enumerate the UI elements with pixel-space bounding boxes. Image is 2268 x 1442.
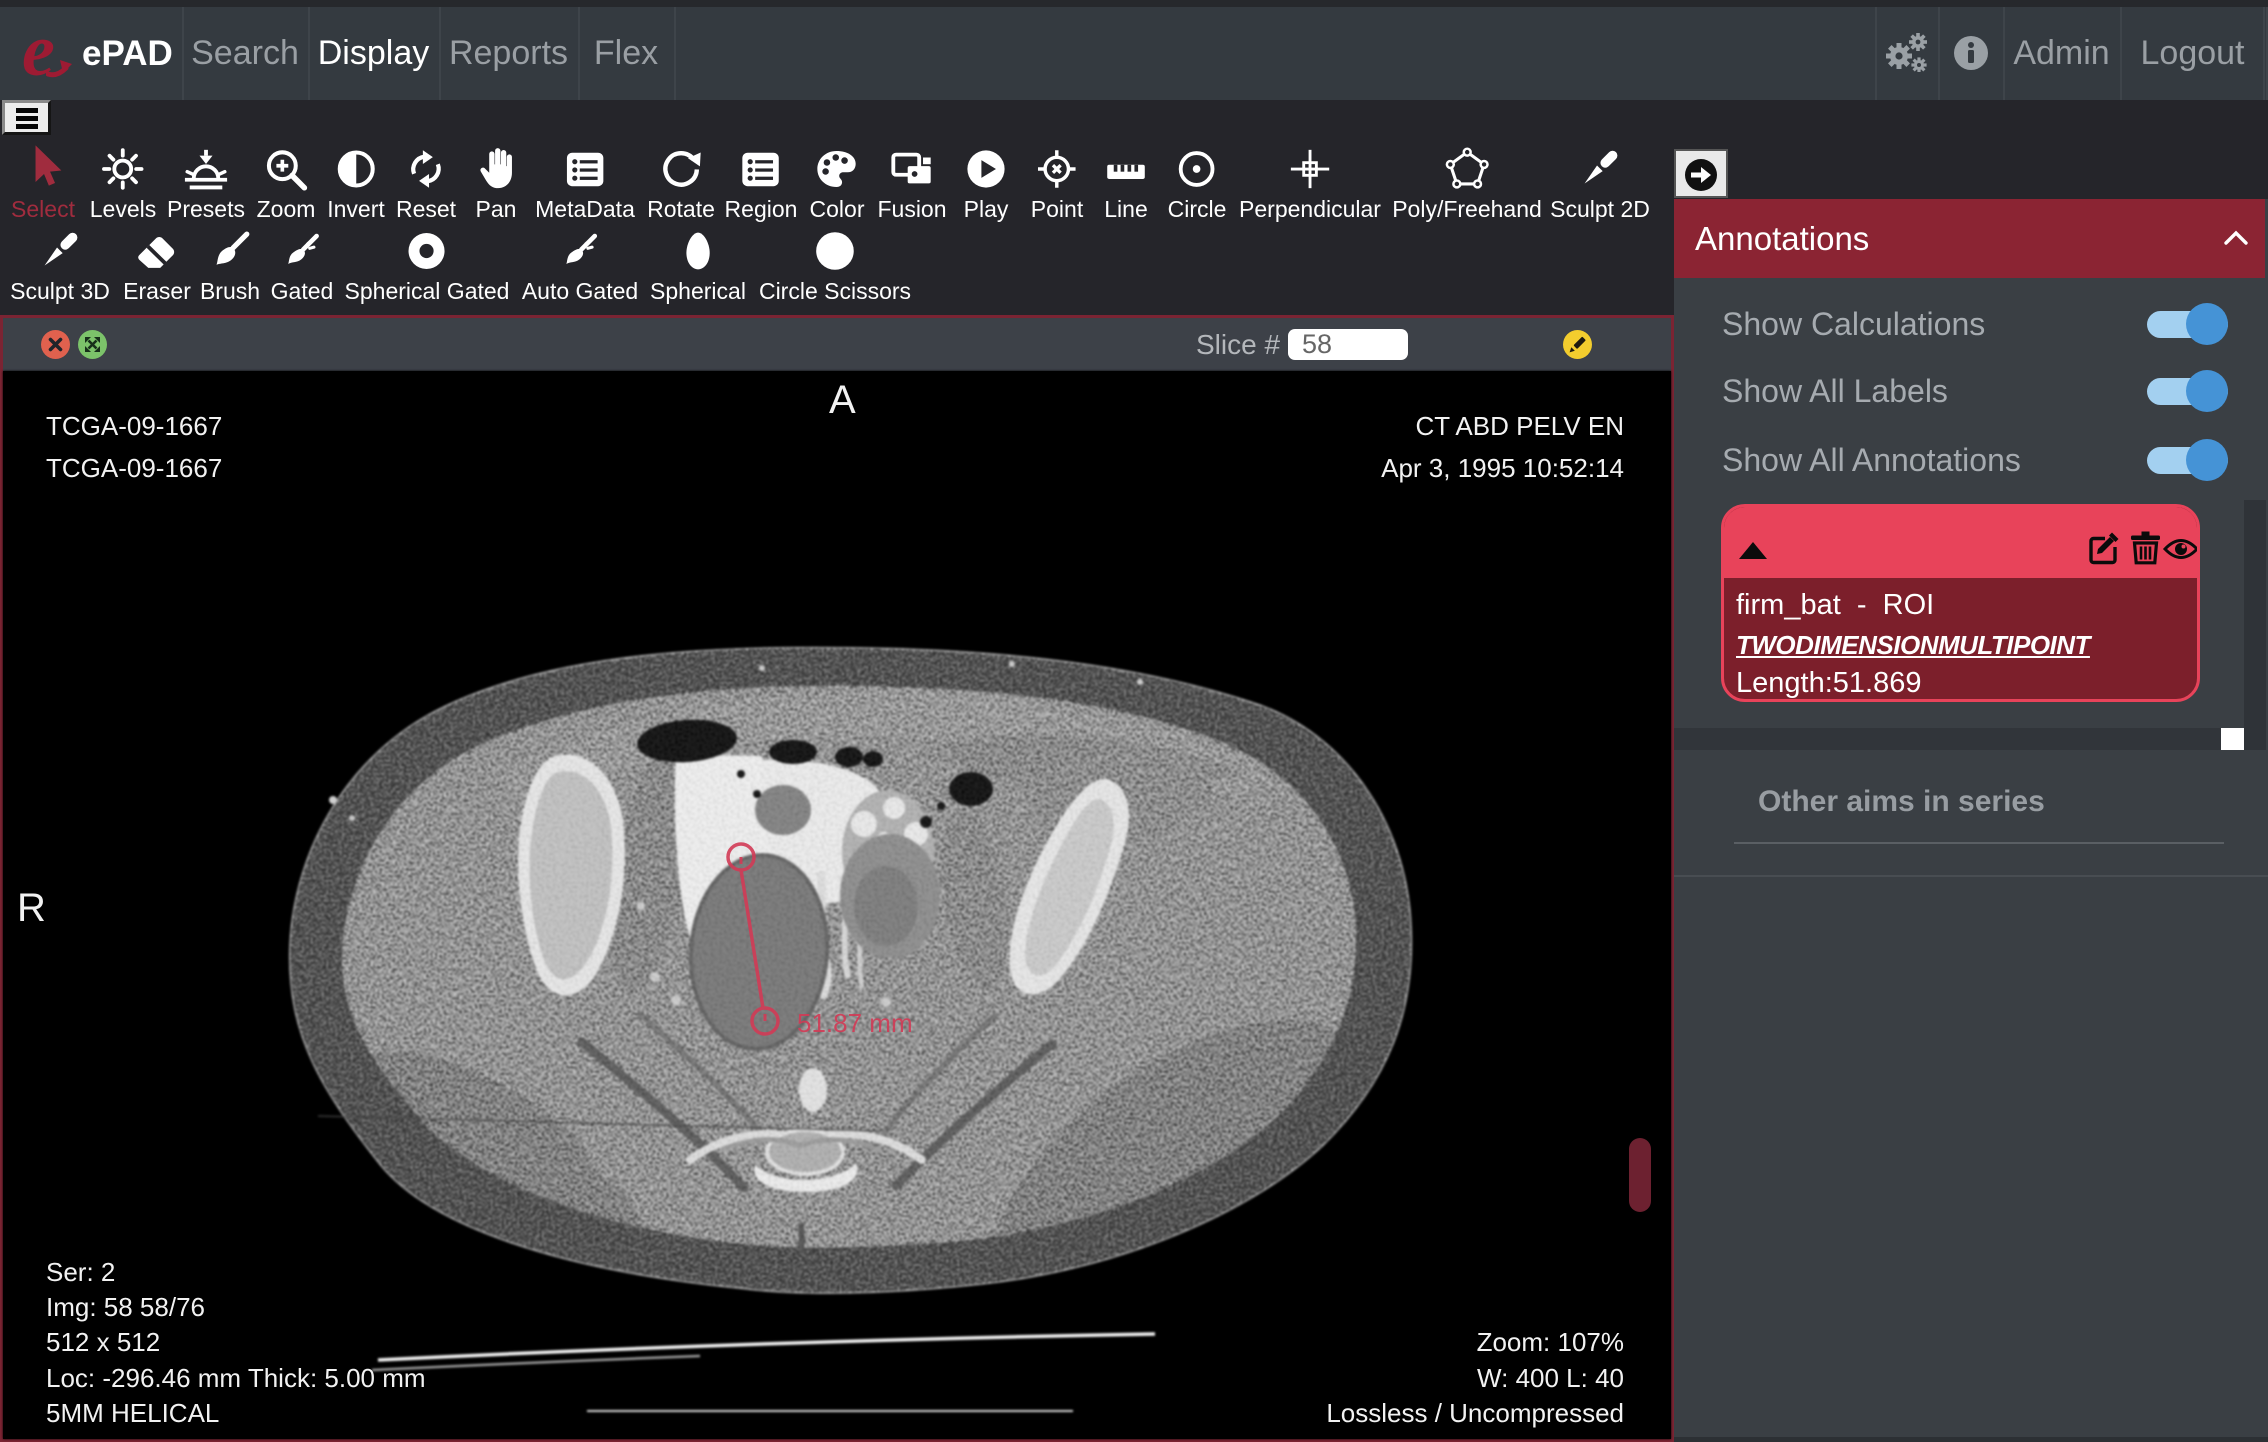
svg-text:51.87 mm: 51.87 mm (797, 1008, 913, 1038)
